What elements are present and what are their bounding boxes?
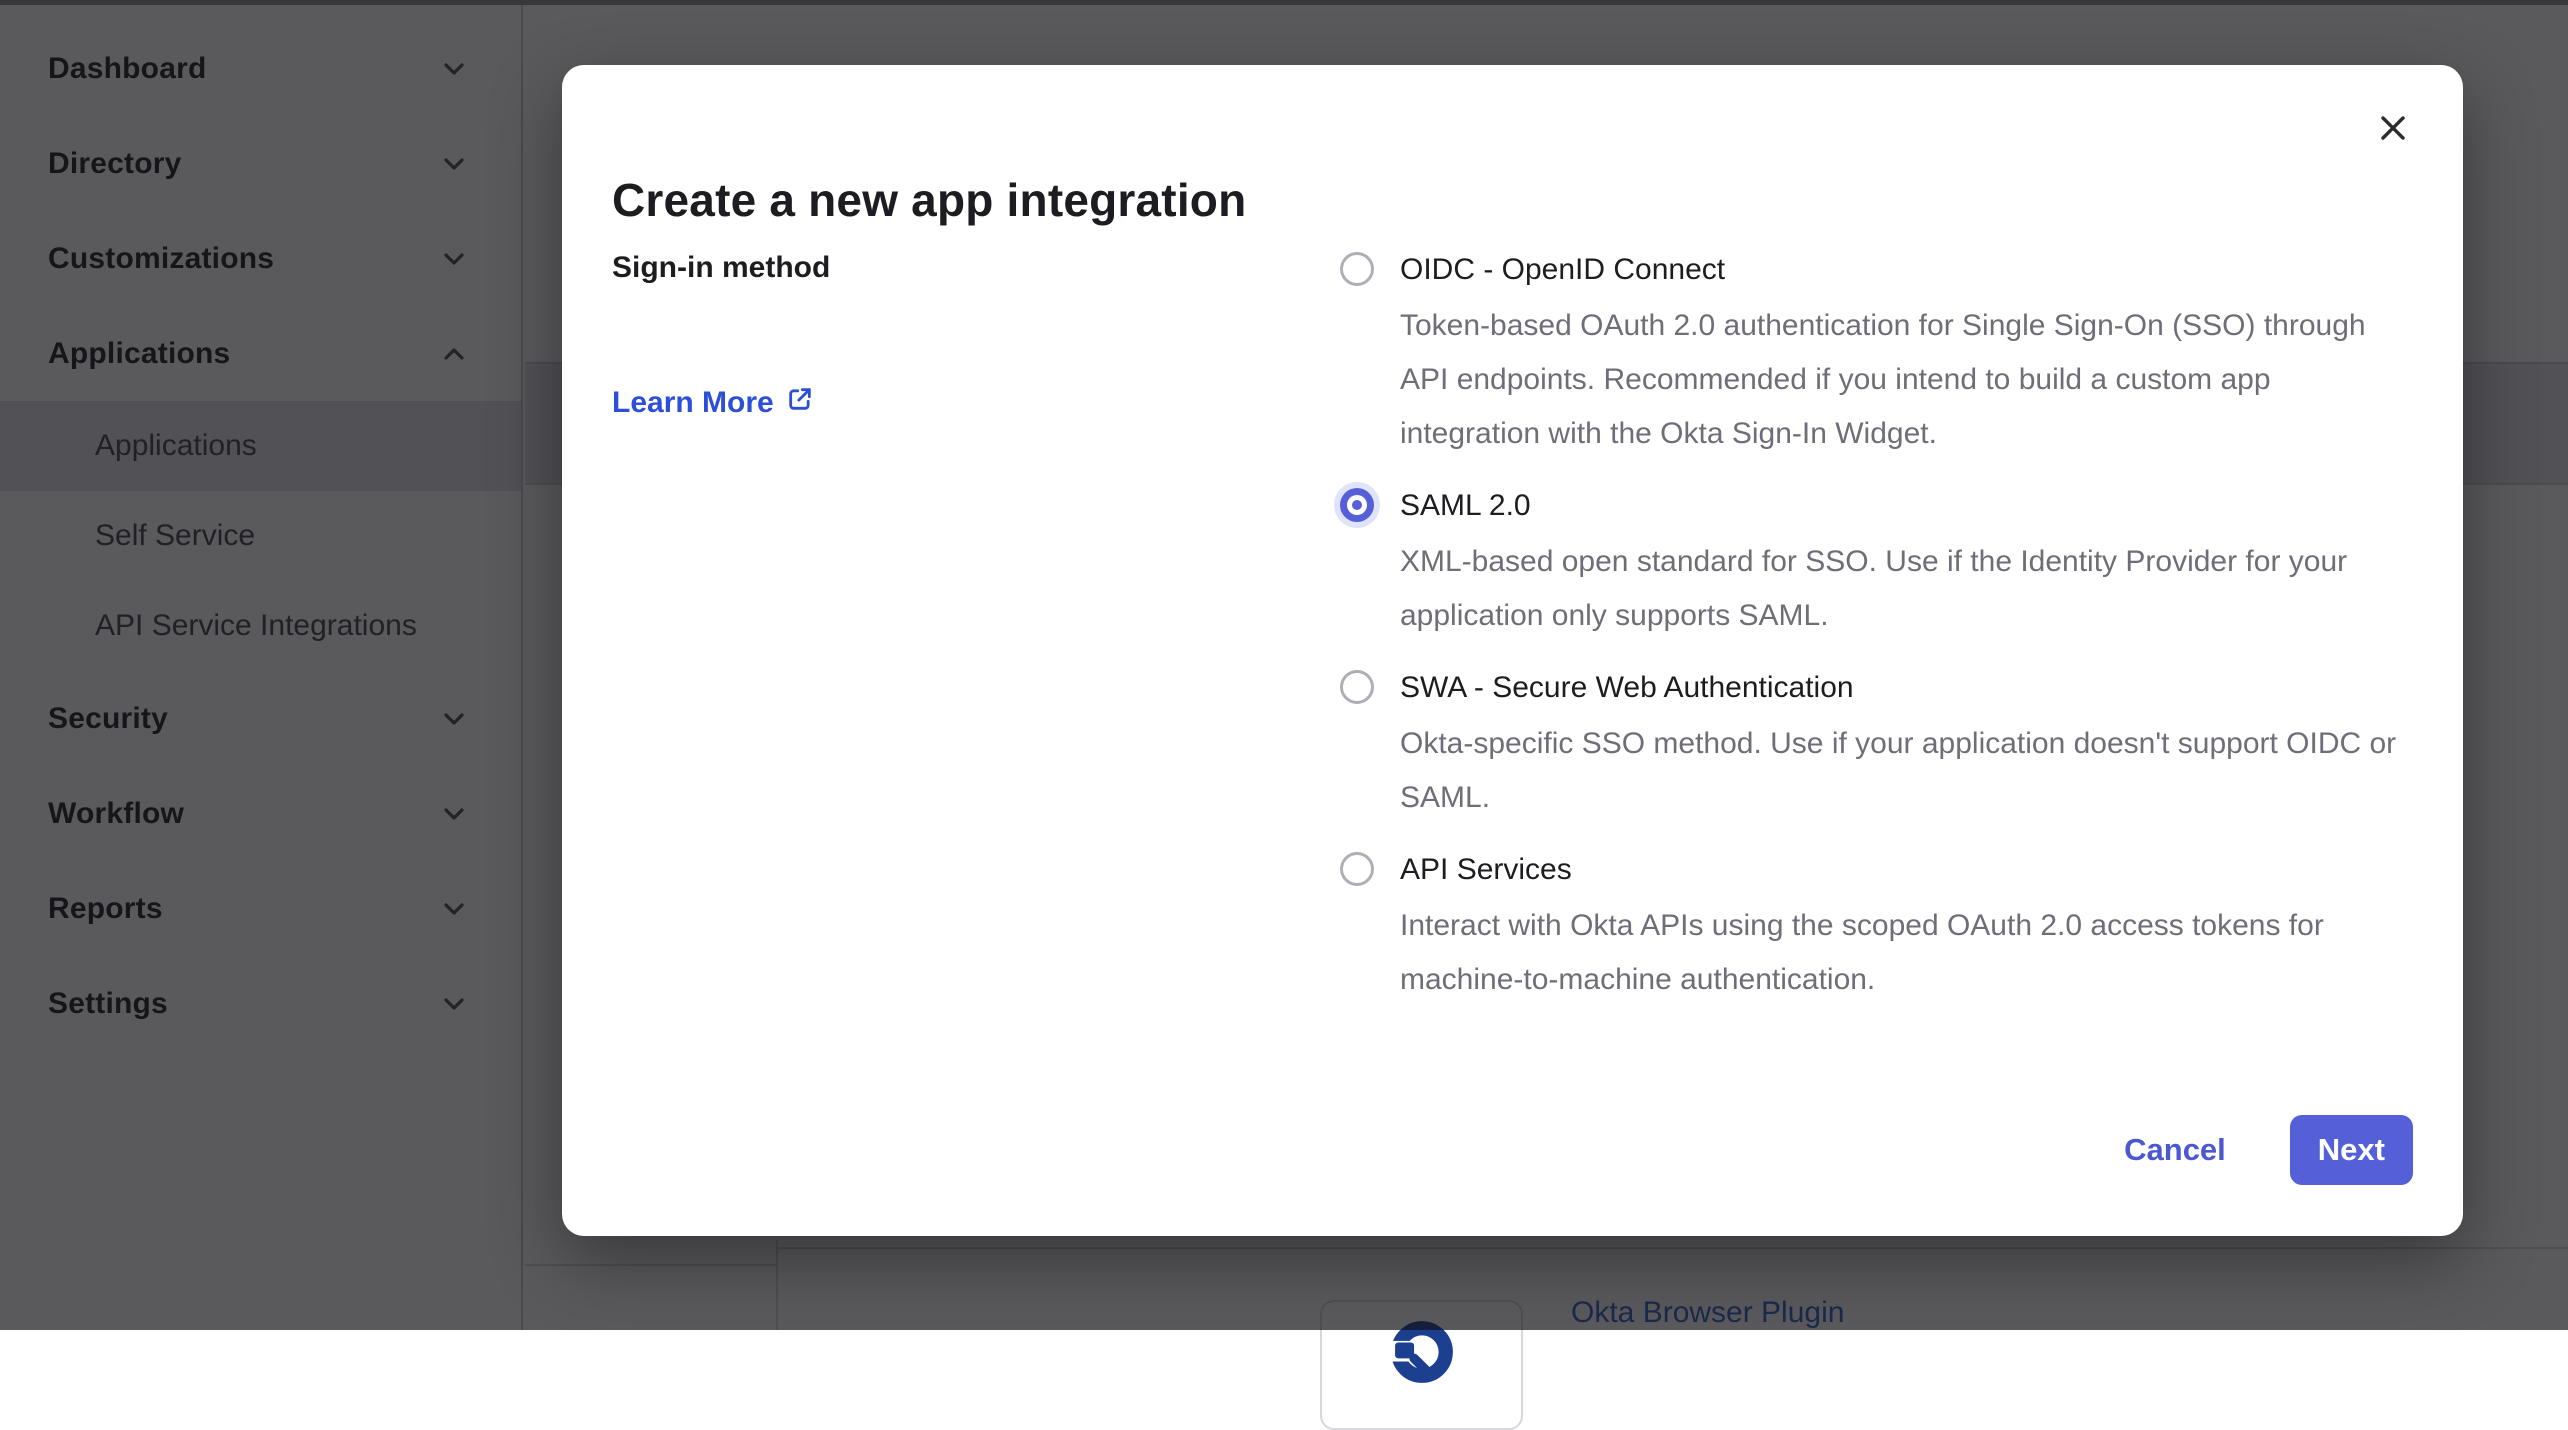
okta-browser-plugin-icon: [1384, 1314, 1460, 1428]
external-link-icon: [786, 385, 814, 421]
modal-footer: Cancel Next: [2124, 1115, 2413, 1185]
next-button[interactable]: Next: [2290, 1115, 2413, 1185]
option-description: Okta-specific SSO method. Use if your ap…: [1400, 717, 2400, 825]
option-swa: SWA - Secure Web Authentication Okta-spe…: [1340, 665, 2425, 825]
option-label[interactable]: API Services: [1400, 847, 2400, 893]
close-button[interactable]: [2367, 103, 2419, 155]
close-icon: [2375, 110, 2411, 149]
learn-more-link[interactable]: Learn More: [612, 385, 814, 421]
option-description: Token-based OAuth 2.0 authentication for…: [1400, 299, 2400, 461]
option-api-services: API Services Interact with Okta APIs usi…: [1340, 847, 2425, 1007]
sign-in-method-options: OIDC - OpenID Connect Token-based OAuth …: [1340, 247, 2425, 1029]
radio-saml-selected[interactable]: [1340, 488, 1374, 522]
option-saml: SAML 2.0 XML-based open standard for SSO…: [1340, 483, 2425, 643]
radio-oidc[interactable]: [1340, 252, 1374, 286]
option-label[interactable]: SAML 2.0: [1400, 483, 2400, 529]
option-description: Interact with Okta APIs using the scoped…: [1400, 899, 2400, 1007]
option-label[interactable]: OIDC - OpenID Connect: [1400, 247, 2400, 293]
create-app-integration-modal: Create a new app integration Sign-in met…: [562, 65, 2463, 1236]
option-label[interactable]: SWA - Secure Web Authentication: [1400, 665, 2400, 711]
modal-title: Create a new app integration: [612, 173, 1246, 227]
sign-in-method-label: Sign-in method: [612, 251, 830, 285]
option-oidc: OIDC - OpenID Connect Token-based OAuth …: [1340, 247, 2425, 461]
radio-api-services[interactable]: [1340, 852, 1374, 886]
radio-swa[interactable]: [1340, 670, 1374, 704]
option-description: XML-based open standard for SSO. Use if …: [1400, 535, 2400, 643]
learn-more-label: Learn More: [612, 386, 774, 420]
cancel-button[interactable]: Cancel: [2124, 1132, 2226, 1168]
